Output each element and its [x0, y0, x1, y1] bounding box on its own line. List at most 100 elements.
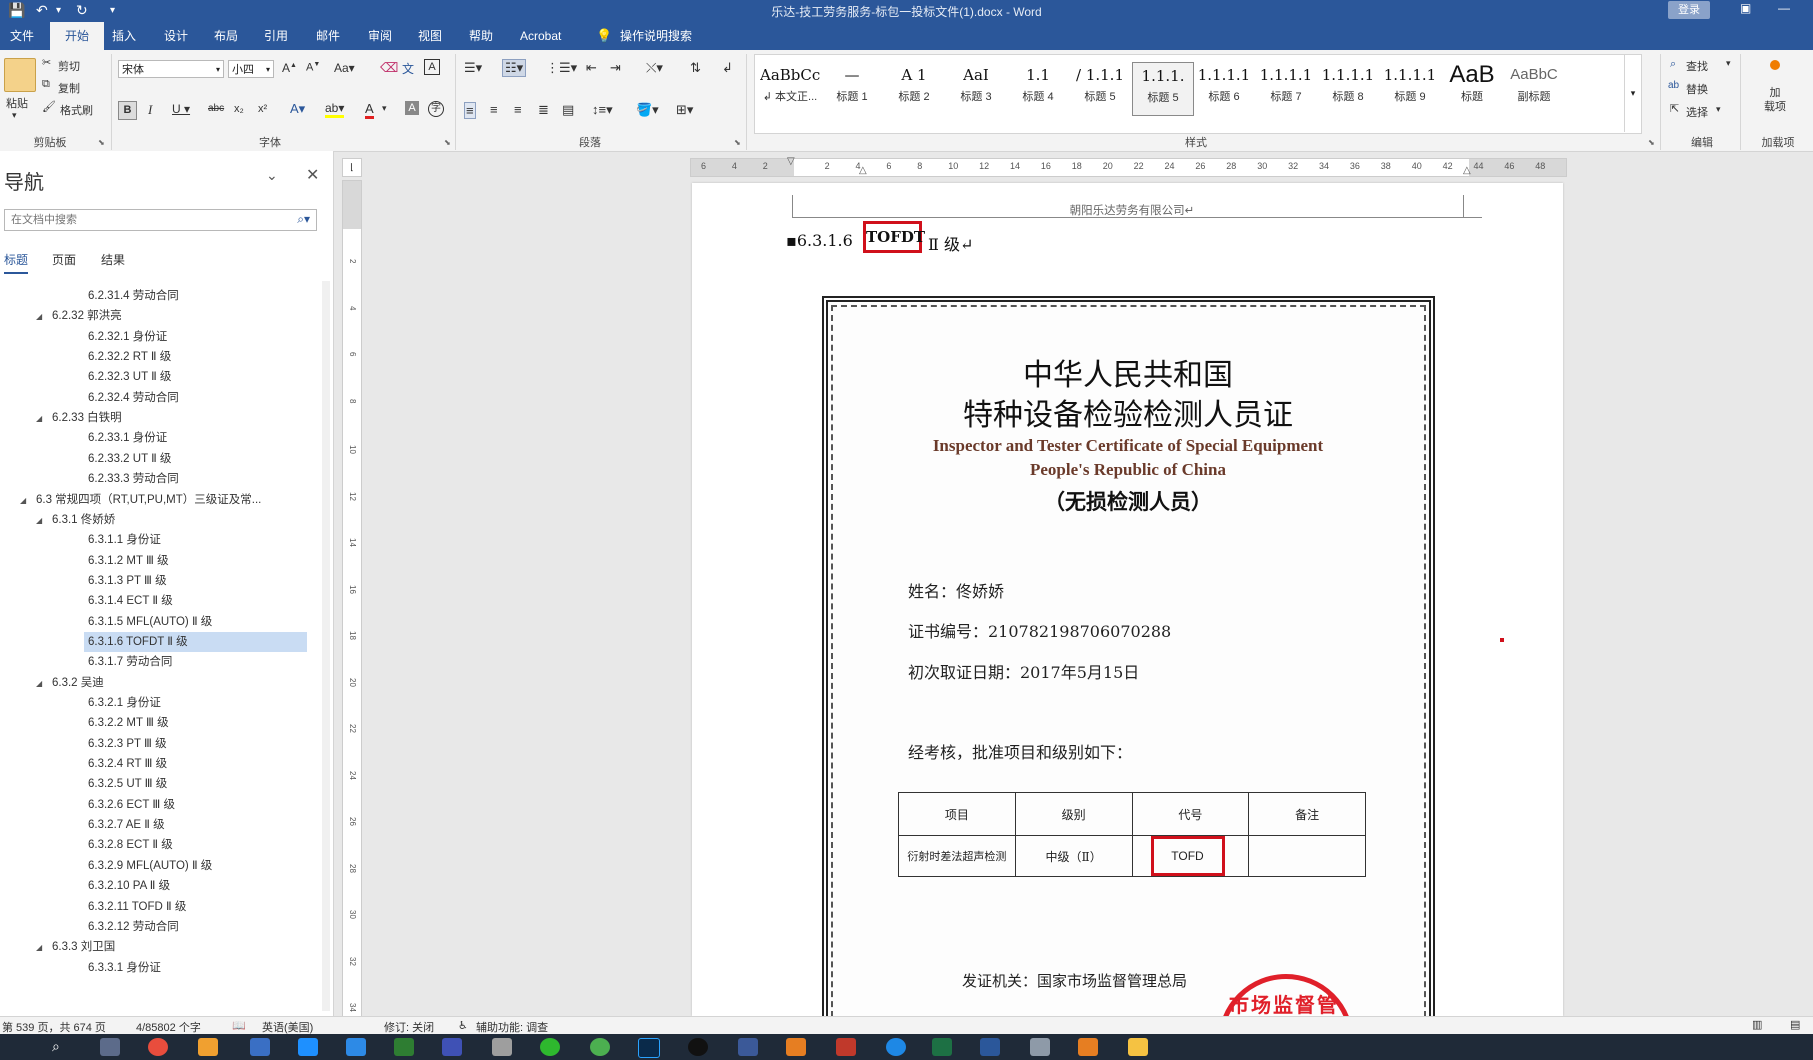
proofing-icon[interactable]: 📖 — [232, 1019, 246, 1032]
show-marks-icon[interactable]: ↲ — [722, 60, 733, 76]
char-shading-icon[interactable]: A — [405, 101, 419, 115]
grow-font-icon[interactable]: A▲ — [282, 61, 297, 75]
style-item[interactable]: 1.1.1.1 标题 7 — [1256, 62, 1316, 114]
nav-scrollbar[interactable] — [322, 281, 330, 1011]
find-dropdown-icon[interactable]: ▾ — [1726, 58, 1731, 69]
style-item[interactable]: AaB 标题 — [1442, 62, 1502, 114]
style-item[interactable]: — 标题 1 — [822, 62, 882, 114]
word-count[interactable]: 4/85802 个字 — [136, 1019, 201, 1035]
decrease-indent-icon[interactable]: ⇤ — [586, 60, 597, 76]
page-count[interactable]: 第 539 页，共 674 页 — [2, 1019, 106, 1035]
shading-icon[interactable]: 🪣▾ — [636, 102, 659, 118]
calculator-icon[interactable] — [100, 1038, 120, 1056]
nav-heading-item[interactable]: ◢ 6.3.3 刘卫国 — [0, 937, 366, 957]
nav-heading-item[interactable]: ◢ 6.2.33 白铁明 — [0, 408, 366, 428]
collapse-triangle-icon[interactable]: ◢ — [36, 938, 48, 958]
find-icon[interactable]: ⌕ — [1670, 58, 1676, 71]
login-button[interactable]: 登录 — [1668, 1, 1710, 19]
paste-button[interactable]: 粘贴 — [6, 95, 28, 111]
tab-acrobat[interactable]: Acrobat — [516, 22, 565, 50]
styles-more-icon[interactable]: ▾ — [1624, 54, 1641, 132]
tab-references[interactable]: 引用 — [260, 22, 292, 50]
vertical-ruler[interactable]: 2 4 6 8 10 12 14 16 18 20 22 24 26 28 30 32 34 — [342, 180, 362, 1018]
app-icon[interactable] — [738, 1038, 758, 1056]
collapse-triangle-icon[interactable]: ◢ — [36, 307, 48, 327]
cut-icon[interactable]: ✂ — [42, 56, 51, 69]
font-size-select[interactable]: 小四 ▾ — [228, 60, 274, 78]
wechat-icon[interactable] — [540, 1038, 560, 1056]
font-launcher-icon[interactable]: ⬊ — [444, 138, 451, 147]
copy-button[interactable]: 复制 — [58, 80, 80, 96]
vs-icon[interactable] — [442, 1038, 462, 1056]
app-icon[interactable] — [394, 1038, 414, 1056]
highlight-icon[interactable]: ab▾ — [325, 101, 345, 118]
tab-view[interactable]: 视图 — [414, 22, 446, 50]
font-color-icon[interactable]: A — [365, 101, 374, 119]
app-icon[interactable] — [298, 1038, 318, 1056]
nav-heading-item[interactable]: ◢ 6.3 常规四项（RT,UT,PU,MT）三级证及常... — [0, 490, 350, 510]
minimize-icon[interactable]: — — [1778, 1, 1790, 15]
styles-launcher-icon[interactable]: ⬊ — [1648, 138, 1655, 147]
addin-icon[interactable] — [1770, 60, 1780, 70]
tab-mailings[interactable]: 邮件 — [312, 22, 344, 50]
app-icon[interactable] — [590, 1038, 610, 1056]
select-button[interactable]: 选择 — [1686, 104, 1708, 120]
subscript-icon[interactable]: x₂ — [234, 103, 244, 115]
collapse-triangle-icon[interactable]: ◢ — [36, 409, 48, 429]
select-icon[interactable]: ⇱ — [1670, 102, 1679, 115]
chrome-icon[interactable] — [148, 1038, 168, 1056]
tell-me-search[interactable]: 操作说明搜索 — [616, 22, 696, 50]
bullets-icon[interactable]: ☰▾ — [464, 60, 482, 76]
style-item[interactable]: / 1.1.1 标题 5 — [1070, 62, 1130, 114]
app-icon[interactable] — [886, 1038, 906, 1056]
cut-button[interactable]: 剪切 — [58, 58, 80, 74]
app-icon[interactable] — [1030, 1038, 1050, 1056]
justify-icon[interactable]: ≣ — [538, 102, 549, 118]
folder-icon[interactable] — [1128, 1038, 1148, 1056]
phonetic-guide-icon[interactable]: 文 — [402, 60, 414, 77]
tab-selector[interactable]: ⌊ — [342, 158, 362, 177]
paragraph-launcher-icon[interactable]: ⬊ — [734, 138, 741, 147]
numbering-icon[interactable]: ☷▾ — [502, 59, 527, 77]
nav-heading-item[interactable]: ◢ 6.2.32 郭洪亮 — [0, 306, 366, 326]
nav-tab-pages[interactable]: 页面 — [52, 251, 76, 268]
enclose-char-icon[interactable]: 字 — [428, 101, 444, 117]
close-icon[interactable]: ✕ — [306, 165, 319, 185]
search-icon[interactable]: ⌕ — [52, 1038, 60, 1055]
text-effects-icon[interactable]: A▾ — [290, 101, 305, 117]
search-icon[interactable]: ⌕▾ — [297, 212, 310, 227]
chinese-layout-icon[interactable]: ⤬▾ — [646, 60, 663, 76]
collapse-triangle-icon[interactable]: ◢ — [36, 674, 48, 694]
font-color-dropdown-icon[interactable]: ▾ — [382, 103, 387, 114]
line-spacing-icon[interactable]: ↕≡▾ — [592, 102, 613, 118]
format-painter-icon[interactable]: 🖌 — [42, 100, 56, 113]
nav-heading-item[interactable]: ◢ 6.3.1 佟娇娇 — [0, 510, 366, 530]
tab-file[interactable]: 文件 — [6, 22, 38, 50]
clear-format-icon[interactable]: ⌫ — [380, 60, 398, 76]
app-icon[interactable] — [1078, 1038, 1098, 1056]
replace-icon[interactable]: ab — [1668, 80, 1679, 91]
language[interactable]: 英语(美国) — [262, 1019, 313, 1035]
shrink-font-icon[interactable]: A▼ — [306, 61, 320, 74]
nav-tab-results[interactable]: 结果 — [101, 251, 125, 268]
word-icon[interactable] — [980, 1038, 1000, 1056]
clipboard-launcher-icon[interactable]: ⬊ — [98, 138, 105, 147]
app-icon[interactable] — [250, 1038, 270, 1056]
align-left-icon[interactable]: ≡ — [464, 102, 476, 119]
read-mode-icon[interactable]: ▥ — [1752, 1018, 1762, 1031]
acrobat-icon[interactable] — [836, 1038, 856, 1056]
track-changes[interactable]: 修订: 关闭 — [384, 1019, 434, 1035]
nav-search-box[interactable]: ⌕▾ — [4, 209, 317, 231]
addin-button[interactable]: 加 载项 — [1750, 86, 1800, 114]
sort-icon[interactable]: ⇅ — [690, 60, 701, 76]
print-layout-icon[interactable]: ▤ — [1790, 1018, 1800, 1031]
align-right-icon[interactable]: ≡ — [514, 102, 522, 117]
style-item[interactable]: AaBbC 副标题 — [1504, 62, 1564, 114]
underline-icon[interactable]: U ▾ — [172, 102, 190, 116]
tab-design[interactable]: 设计 — [160, 22, 192, 50]
qq-icon[interactable] — [688, 1038, 708, 1056]
bold-icon[interactable]: B — [118, 101, 137, 120]
tab-review[interactable]: 审阅 — [364, 22, 396, 50]
find-button[interactable]: 查找 — [1686, 58, 1708, 74]
photoshop-icon[interactable] — [638, 1038, 660, 1058]
